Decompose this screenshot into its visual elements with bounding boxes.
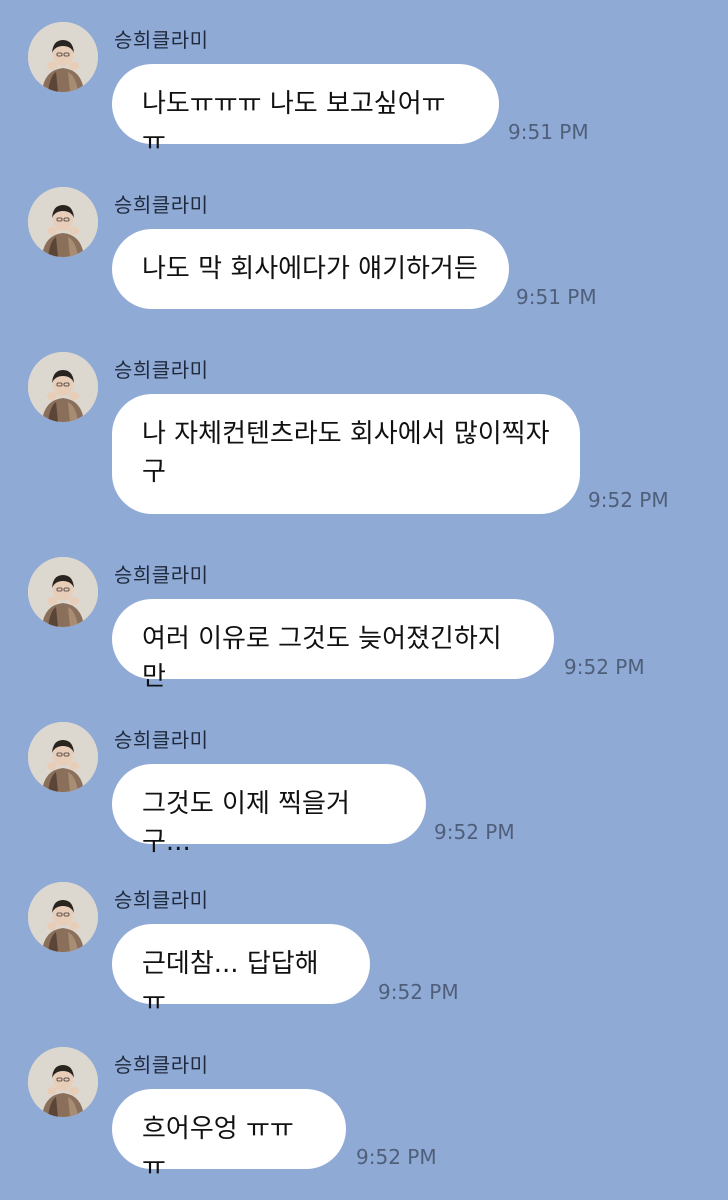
message-bubble[interactable]: 나 자체컨텐츠라도 회사에서 많이찍자 구 (112, 394, 580, 514)
message-bubble[interactable]: 나도ㅠㅠㅠ 나도 보고싶어ㅠㅠ (112, 64, 499, 157)
message-bubble[interactable]: 흐어우엉 ㅠㅠㅠ (112, 1089, 346, 1182)
profile-avatar-icon[interactable] (28, 352, 98, 422)
sender-name: 승희클라미 (114, 1053, 209, 1077)
profile-avatar-icon[interactable] (28, 22, 98, 92)
profile-avatar-icon[interactable] (28, 187, 98, 257)
message-bubble[interactable]: 근데참... 답답해ㅠ (112, 924, 370, 1017)
sender-name: 승희클라미 (114, 193, 209, 217)
message-timestamp: 9:51 PM (508, 120, 589, 144)
profile-avatar-icon[interactable] (28, 557, 98, 627)
message-bubble[interactable]: 그것도 이제 찍을거구... (112, 764, 426, 857)
message-timestamp: 9:52 PM (356, 1145, 437, 1169)
profile-avatar-icon[interactable] (28, 722, 98, 792)
message-bubble[interactable]: 여러 이유로 그것도 늦어졌긴하지만 (112, 599, 554, 692)
profile-avatar-icon[interactable] (28, 882, 98, 952)
sender-name: 승희클라미 (114, 28, 209, 52)
sender-name: 승희클라미 (114, 358, 209, 382)
message-bubble[interactable]: 나도 막 회사에다가 얘기하거든 (112, 229, 509, 309)
message-timestamp: 9:52 PM (434, 820, 515, 844)
sender-name: 승희클라미 (114, 888, 209, 912)
chat-area[interactable]: 승희클라미 나도ㅠㅠㅠ 나도 보고싶어ㅠㅠ 9:51 PM 승희클라미 나도 막… (0, 0, 728, 1200)
message-timestamp: 9:52 PM (564, 655, 645, 679)
message-timestamp: 9:51 PM (516, 285, 597, 309)
profile-avatar-icon[interactable] (28, 1047, 98, 1117)
sender-name: 승희클라미 (114, 563, 209, 587)
message-timestamp: 9:52 PM (588, 488, 669, 512)
message-timestamp: 9:52 PM (378, 980, 459, 1004)
sender-name: 승희클라미 (114, 728, 209, 752)
